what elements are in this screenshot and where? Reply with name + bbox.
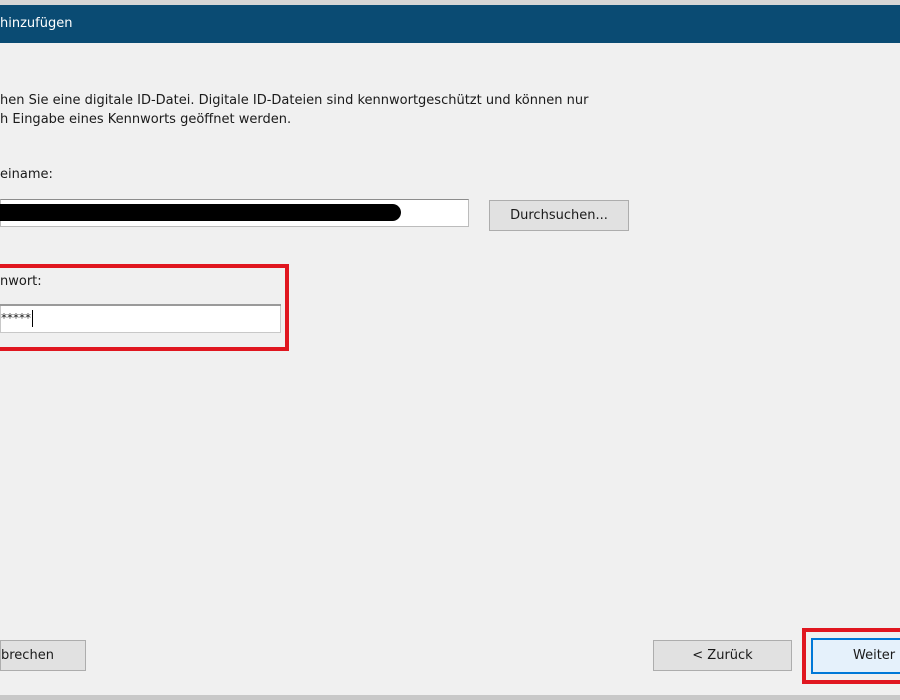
- title-bar: hinzufügen: [0, 5, 900, 43]
- instruction-line-2: h Eingabe eines Kennworts geöffnet werde…: [0, 112, 292, 127]
- window-title: hinzufügen: [0, 16, 73, 31]
- back-button[interactable]: < Zurück: [653, 640, 792, 671]
- redaction-mark: [0, 204, 401, 221]
- cancel-button[interactable]: brechen: [0, 640, 86, 671]
- next-highlight-box: [802, 628, 900, 684]
- add-digital-id-dialog: hinzufügen hen Sie eine digitale ID-Date…: [0, 0, 900, 700]
- instruction-line-1: hen Sie eine digitale ID-Datei. Digitale…: [0, 93, 589, 108]
- filename-label: einame:: [0, 167, 53, 182]
- window-bottom-edge: [0, 695, 900, 700]
- password-highlight-box: [0, 264, 289, 351]
- browse-button[interactable]: Durchsuchen...: [489, 200, 629, 231]
- instruction-text: hen Sie eine digitale ID-Datei. Digitale…: [0, 91, 640, 129]
